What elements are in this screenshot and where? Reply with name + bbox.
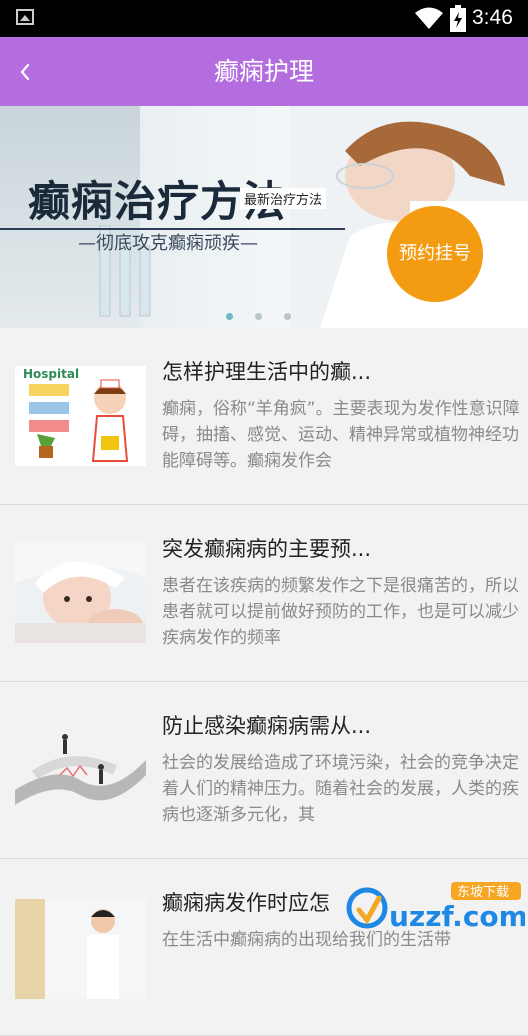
article-title: 癫痫病发作时应怎: [162, 891, 330, 915]
watermark-logo-text: uzzf.com: [389, 900, 525, 933]
clock: 3:46: [472, 6, 513, 29]
article-title: 防止感染癫痫病需从...: [162, 714, 372, 738]
carousel-indicator: [0, 313, 528, 321]
list-item[interactable]: 防止感染癫痫病需从... 社会的发展给造成了环境污染，社会的竞争决定着人们的精神…: [0, 682, 528, 859]
baby-thumbnail: [15, 543, 146, 643]
list-item[interactable]: Hospital 怎样护理生活中的癫... 癫痫，俗称“羊角疯”。主要表现为发作…: [0, 328, 528, 505]
carousel-dot[interactable]: [255, 313, 262, 320]
banner-carousel[interactable]: 癫痫治疗方法 最新治疗方法 —彻底攻克癫痫顽疾— 预约挂号: [0, 106, 528, 328]
doctor-thumbnail: [15, 899, 146, 999]
article-title: 突发癫痫病的主要预...: [162, 537, 372, 561]
carousel-dot[interactable]: [284, 313, 291, 320]
appointment-button[interactable]: 预约挂号: [387, 206, 483, 302]
gallery-notification-icon: [16, 9, 34, 25]
app-bar: 癫痫护理: [0, 37, 528, 106]
banner-subtitle: —彻底攻克癫痫顽疾—: [78, 233, 258, 254]
status-bar: 3:46: [0, 0, 528, 37]
battery-charging-icon: [450, 5, 466, 32]
wifi-icon: [415, 7, 443, 29]
list-item[interactable]: 突发癫痫病的主要预... 患者在该疾病的频繁发作之下是很痛苦的，所以患者就可以提…: [0, 505, 528, 682]
hospital-sign-text: Hospital: [23, 367, 79, 381]
article-title: 怎样护理生活中的癫...: [162, 360, 372, 384]
carousel-dot[interactable]: [226, 313, 233, 320]
article-summary: 癫痫，俗称“羊角疯”。主要表现为发作性意识障碍，抽搐、感觉、运动、精神异常或植物…: [162, 399, 520, 471]
nurse-hospital-thumbnail: Hospital: [15, 366, 146, 466]
article-summary: 社会的发展给造成了环境污染，社会的竞争决定着人们的精神压力。随着社会的发展，人类…: [162, 753, 519, 825]
banner-tag: 最新治疗方法: [240, 188, 327, 209]
article-summary: 患者在该疾病的频繁发作之下是很痛苦的，所以患者就可以提前做好预防的工作，也是可以…: [162, 576, 519, 648]
page-title: 癫痫护理: [213, 57, 314, 86]
uzzf-watermark-logo: 东坡下载 uzzf.com: [346, 882, 525, 933]
article-summary: 在生活中癫痫病的出现给我们的生活带: [162, 930, 451, 950]
business-figures-thumbnail: [15, 720, 146, 820]
watermark-tagline: 东坡下载: [457, 885, 509, 900]
